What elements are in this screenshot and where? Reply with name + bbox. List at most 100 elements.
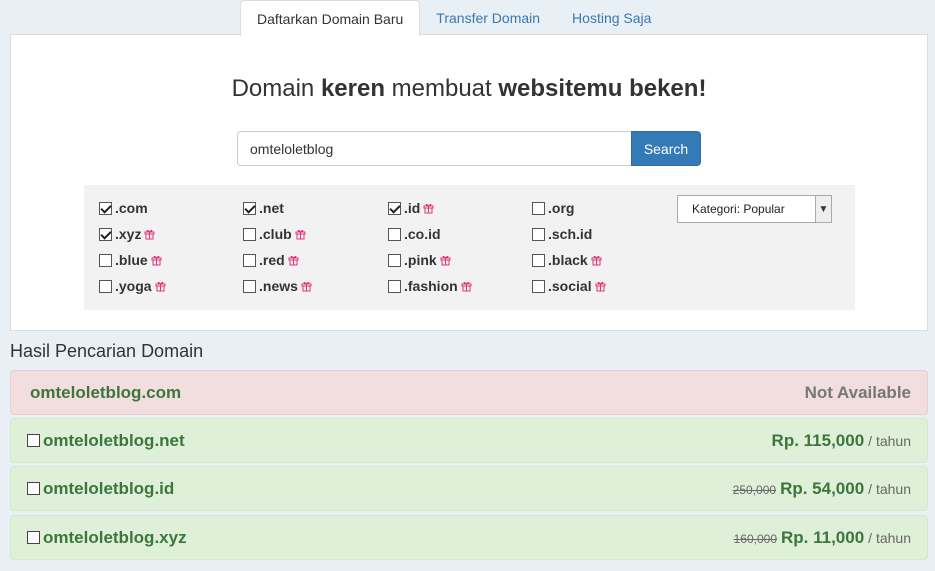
checkbox-icon[interactable]	[243, 227, 256, 241]
gift-icon	[461, 280, 472, 292]
tld-option-org[interactable]: .org	[532, 199, 574, 217]
search-input[interactable]	[237, 131, 631, 166]
result-row-net[interactable]: omteloletblog.net Rp. 115,000 / tahun	[10, 418, 928, 463]
tld-label: .pink	[404, 252, 437, 268]
tab-bar: Daftarkan Domain Baru Transfer Domain Ho…	[240, 0, 667, 36]
gift-icon	[144, 228, 155, 240]
gift-icon	[295, 228, 306, 240]
checkbox-icon[interactable]	[388, 227, 401, 241]
checkbox-icon[interactable]	[388, 201, 401, 215]
tld-option-pink[interactable]: .pink	[388, 251, 451, 269]
checkbox-icon[interactable]	[243, 279, 256, 293]
tld-label: .com	[115, 200, 148, 216]
gift-icon	[440, 254, 451, 266]
tld-label: .co.id	[404, 226, 441, 242]
gift-icon	[151, 254, 162, 266]
search-button[interactable]: Search	[631, 131, 701, 166]
checkbox-icon[interactable]	[99, 279, 112, 293]
tab-transfer-domain[interactable]: Transfer Domain	[420, 0, 556, 35]
kategori-selected-value: Kategori: Popular	[692, 202, 785, 216]
tld-label: .social	[548, 278, 592, 294]
tld-option-black[interactable]: .black	[532, 251, 602, 269]
headline-bold: websitemu beken!	[498, 75, 707, 102]
checkbox-icon[interactable]	[27, 531, 40, 544]
results-heading: Hasil Pencarian Domain	[10, 341, 204, 361]
tld-option-sch-id[interactable]: .sch.id	[532, 225, 592, 243]
tld-label: .net	[259, 200, 284, 216]
gift-icon	[301, 280, 312, 292]
headline-text: Domain	[231, 75, 321, 102]
tld-label: .red	[259, 252, 285, 268]
domain-search-panel: Domain keren membuat websitemu beken! Se…	[10, 34, 928, 331]
headline-text: membuat	[384, 75, 499, 102]
status-badge: Not Available	[804, 382, 911, 402]
page-title: Domain keren membuat websitemu beken!	[11, 75, 927, 103]
tld-option-red[interactable]: .red	[243, 251, 299, 269]
tld-label: .org	[548, 200, 575, 216]
tld-label: .black	[548, 252, 588, 268]
result-price: Rp. 54,000	[780, 478, 865, 498]
tld-option-xyz[interactable]: .xyz	[99, 225, 155, 243]
tld-option-co-id[interactable]: .co.id	[388, 225, 441, 243]
result-domain-name: omteloletblog.id	[43, 478, 175, 498]
checkbox-icon[interactable]	[99, 253, 112, 267]
tld-option-club[interactable]: .club	[243, 225, 306, 243]
checkbox-icon[interactable]	[532, 253, 545, 267]
gift-icon	[288, 254, 299, 266]
search-form: Search	[237, 131, 701, 166]
result-price-area: Rp. 115,000 / tahun	[772, 431, 911, 451]
tld-option-id[interactable]: .id	[388, 199, 434, 217]
result-price-period: / tahun	[868, 480, 911, 497]
headline-bold: keren	[320, 75, 385, 102]
result-row-xyz[interactable]: omteloletblog.xyz 160,000 Rp. 11,000 / t…	[10, 515, 928, 560]
result-price-period: / tahun	[868, 432, 911, 449]
tld-label: .news	[259, 278, 298, 294]
checkbox-icon[interactable]	[27, 434, 40, 447]
checkbox-icon[interactable]	[243, 253, 256, 267]
result-price: Rp. 115,000	[771, 430, 865, 450]
kategori-select[interactable]: Kategori: Popular ▼	[677, 195, 832, 223]
checkbox-icon[interactable]	[99, 227, 112, 241]
checkbox-icon[interactable]	[27, 482, 40, 495]
tld-option-yoga[interactable]: .yoga	[99, 277, 166, 295]
tld-label: .fashion	[404, 278, 458, 294]
tld-label: .id	[404, 200, 421, 216]
tld-label: .blue	[115, 252, 148, 268]
checkbox-icon[interactable]	[532, 201, 545, 215]
result-row-com: omteloletblog.com Not Available	[10, 370, 928, 415]
tld-option-fashion[interactable]: .fashion	[388, 277, 472, 295]
tld-label: .yoga	[115, 278, 152, 294]
checkbox-icon[interactable]	[99, 201, 112, 215]
result-domain-name: omteloletblog.net	[43, 430, 185, 450]
tld-label: .club	[259, 226, 292, 242]
checkbox-icon[interactable]	[388, 253, 401, 267]
tld-options: .com .net .id .org .xyz .club .co.id .sc…	[84, 185, 855, 310]
gift-icon	[591, 254, 602, 266]
tld-option-com[interactable]: .com	[99, 199, 148, 217]
tld-option-news[interactable]: .news	[243, 277, 312, 295]
tab-hosting-only[interactable]: Hosting Saja	[556, 0, 667, 35]
gift-icon	[423, 202, 434, 214]
tld-option-social[interactable]: .social	[532, 277, 606, 295]
result-status-area: Not Available	[805, 383, 911, 403]
result-price: Rp. 11,000	[781, 527, 865, 547]
result-domain-name: omteloletblog.xyz	[43, 527, 187, 547]
result-price-area: 250,000 Rp. 54,000 / tahun	[733, 479, 911, 499]
tld-label: .xyz	[115, 226, 142, 242]
gift-icon	[155, 280, 166, 292]
checkbox-icon[interactable]	[388, 279, 401, 293]
result-row-id[interactable]: omteloletblog.id 250,000 Rp. 54,000 / ta…	[10, 466, 928, 511]
tab-register-domain[interactable]: Daftarkan Domain Baru	[240, 0, 421, 36]
checkbox-icon[interactable]	[243, 201, 256, 215]
checkbox-icon[interactable]	[532, 279, 545, 293]
chevron-down-icon[interactable]: ▼	[815, 196, 831, 222]
result-price-area: 160,000 Rp. 11,000 / tahun	[734, 528, 911, 548]
tld-option-blue[interactable]: .blue	[99, 251, 162, 269]
tld-label: .sch.id	[548, 226, 593, 242]
result-old-price: 160,000	[733, 531, 777, 546]
result-old-price: 250,000	[732, 482, 777, 497]
gift-icon	[595, 280, 606, 292]
checkbox-icon[interactable]	[532, 227, 545, 241]
tld-option-net[interactable]: .net	[243, 199, 284, 217]
result-domain-name: omteloletblog.com	[30, 382, 182, 402]
